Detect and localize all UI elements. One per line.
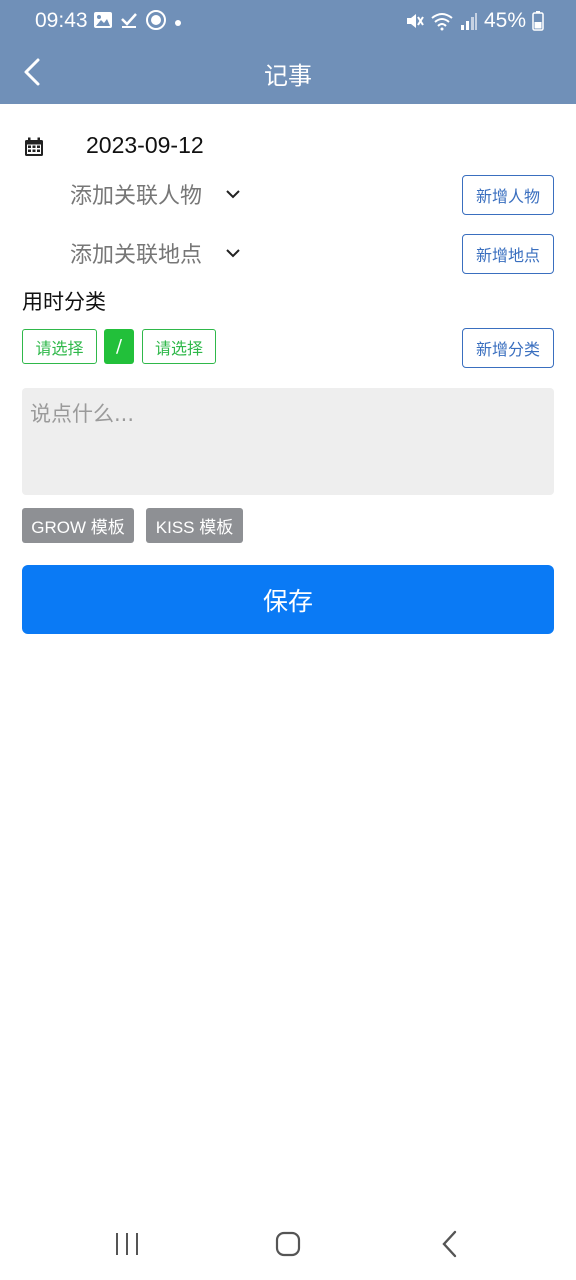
page-title: 记事 <box>264 62 312 90</box>
category-separator: / <box>104 329 134 364</box>
date-row[interactable]: 2023-09-12 <box>24 130 204 164</box>
image-icon <box>93 11 113 33</box>
person-select[interactable]: 添加关联人物 <box>70 176 242 212</box>
date-value[interactable]: 2023-09-12 <box>86 132 204 159</box>
recent-apps-button[interactable] <box>107 1228 147 1260</box>
add-category-button[interactable]: 新增分类 <box>462 328 554 368</box>
template-grow-button[interactable]: GROW 模板 <box>22 508 134 543</box>
battery-icon <box>532 11 544 31</box>
check-icon <box>119 11 139 33</box>
chevron-down-icon <box>226 190 240 199</box>
dot-icon <box>173 13 183 32</box>
status-left-icons <box>93 9 183 35</box>
wifi-icon <box>430 11 454 31</box>
back-icon <box>442 1230 457 1258</box>
add-place-button[interactable]: 新增地点 <box>462 234 554 274</box>
category-section-label: 用时分类 <box>22 290 106 314</box>
note-input[interactable] <box>22 388 554 495</box>
place-select[interactable]: 添加关联地点 <box>70 235 242 271</box>
chevron-down-icon <box>226 249 240 258</box>
sync-icon <box>145 9 167 35</box>
status-bar: 09:43 45% <box>0 0 576 44</box>
signal-icon <box>460 11 478 31</box>
save-button[interactable]: 保存 <box>22 565 554 634</box>
home-icon <box>275 1231 301 1257</box>
status-time: 09:43 <box>35 9 88 32</box>
category-primary-select[interactable]: 请选择 <box>22 329 97 364</box>
home-button[interactable] <box>268 1228 308 1260</box>
category-secondary-select[interactable]: 请选择 <box>142 329 216 364</box>
calendar-icon <box>25 137 43 156</box>
person-select-label: 添加关联人物 <box>70 184 203 209</box>
status-right: 45% <box>404 9 544 33</box>
mute-icon <box>404 11 424 31</box>
battery-text: 45% <box>483 9 526 32</box>
template-kiss-button[interactable]: KISS 模板 <box>146 508 243 543</box>
system-nav-bar <box>0 1208 576 1280</box>
app-header: 09:43 45% 记事 <box>0 0 576 104</box>
place-select-label: 添加关联地点 <box>70 243 203 268</box>
system-back-button[interactable] <box>430 1228 470 1260</box>
recent-apps-icon <box>116 1233 138 1255</box>
add-person-button[interactable]: 新增人物 <box>462 175 554 215</box>
